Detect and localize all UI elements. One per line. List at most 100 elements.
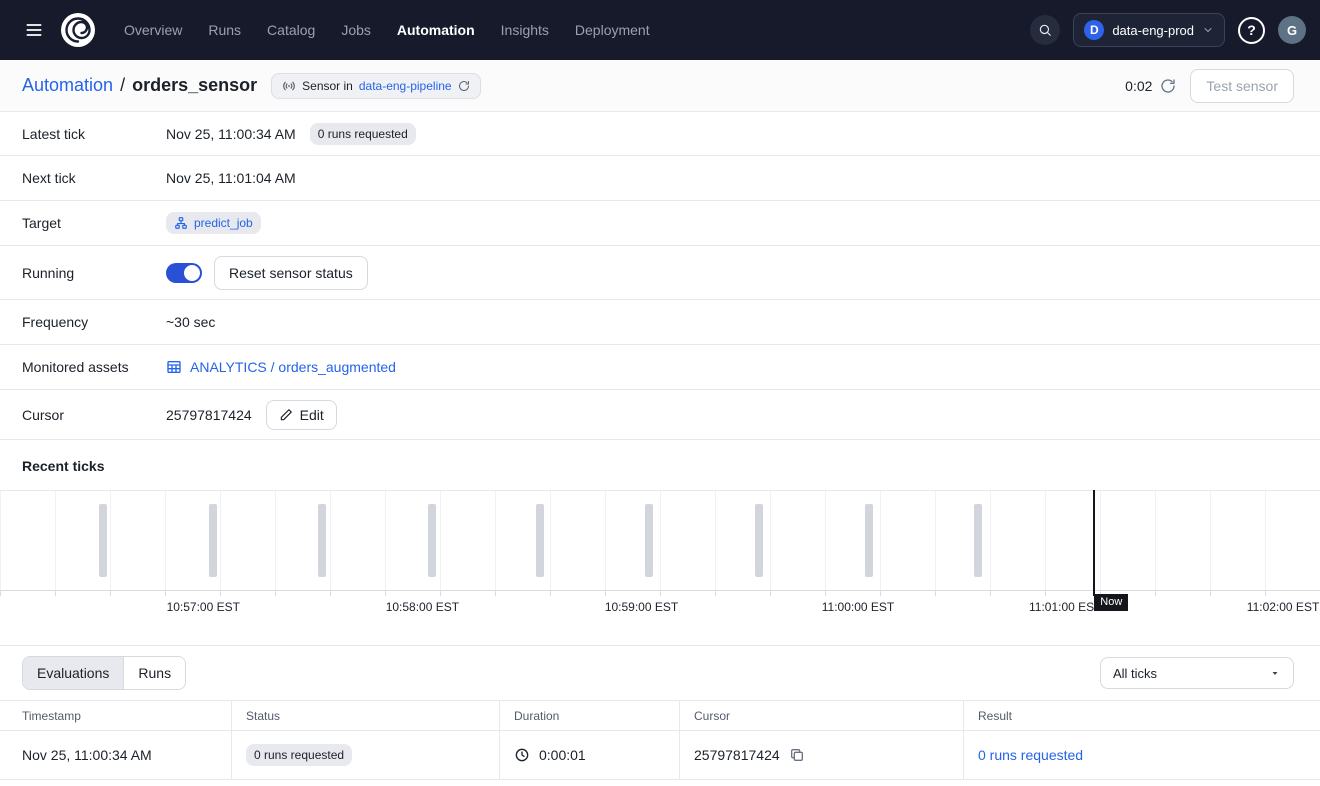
user-avatar[interactable]: G — [1278, 16, 1306, 44]
column-header-duration: Duration — [500, 701, 680, 731]
evaluations-toolbar: Evaluations Runs All ticks — [0, 646, 1320, 700]
cursor-row: Cursor 25797817424 Edit — [0, 390, 1320, 440]
evaluations-table: Timestamp Status Duration Cursor Result … — [0, 700, 1320, 780]
page-title: orders_sensor — [132, 75, 257, 96]
timeline-axis-label: 10:59:00 EST — [605, 600, 678, 614]
column-header-cursor: Cursor — [680, 701, 964, 731]
monitored-asset-link[interactable]: ANALYTICS / orders_augmented — [166, 359, 396, 375]
timeline-axis-label: 11:02:00 EST — [1247, 600, 1320, 614]
evaluation-timestamp: Nov 25, 11:00:34 AM — [0, 731, 232, 780]
evaluation-duration: 0:00:01 — [500, 731, 680, 780]
cursor-label: Cursor — [22, 407, 166, 423]
search-button[interactable] — [1030, 15, 1060, 45]
timeline-axis-label: 10:58:00 EST — [386, 600, 459, 614]
reload-location-icon[interactable] — [458, 80, 470, 92]
sensor-tick-bar[interactable] — [536, 504, 544, 577]
timeline-axis-label: 11:01:00 EST — [1029, 600, 1102, 614]
next-tick-row: Next tick Nov 25, 11:01:04 AM — [0, 156, 1320, 201]
deployment-initial-badge: D — [1084, 20, 1104, 40]
evaluations-table-body: Nov 25, 11:00:34 AM 0 runs requested 0:00:… — [0, 731, 1320, 780]
evaluation-result-link[interactable]: 0 runs requested — [964, 731, 1320, 780]
running-label: Running — [22, 265, 166, 281]
nav-item-catalog[interactable]: Catalog — [267, 22, 315, 38]
clock-icon — [514, 747, 530, 763]
now-marker-tag: Now — [1094, 594, 1128, 611]
pencil-icon — [279, 408, 293, 422]
tick-strip — [0, 490, 1320, 590]
sensor-tick-bar[interactable] — [99, 504, 107, 577]
deployment-switcher[interactable]: D data-eng-prod — [1073, 13, 1225, 47]
nav-item-jobs[interactable]: Jobs — [341, 22, 371, 38]
column-header-status: Status — [232, 701, 500, 731]
evaluations-runs-tabs: Evaluations Runs — [22, 656, 186, 690]
breadcrumb-automation-link[interactable]: Automation — [22, 75, 113, 96]
sensor-tick-bar[interactable] — [755, 504, 763, 577]
main-nav: Overview Runs Catalog Jobs Automation In… — [124, 22, 650, 38]
nav-item-runs[interactable]: Runs — [208, 22, 241, 38]
toggle-knob — [184, 265, 200, 281]
edit-cursor-button[interactable]: Edit — [266, 400, 337, 430]
reset-sensor-status-button[interactable]: Reset sensor status — [214, 256, 368, 290]
evaluations-section: Evaluations Runs All ticks Timestamp Sta… — [0, 645, 1320, 780]
latest-tick-row: Latest tick Nov 25, 11:00:34 AM 0 runs r… — [0, 112, 1320, 156]
nav-item-deployment[interactable]: Deployment — [575, 22, 650, 38]
next-tick-label: Next tick — [22, 170, 166, 186]
page-header: Automation / orders_sensor Sensor in dat… — [0, 60, 1320, 112]
countdown-value: 0:02 — [1125, 78, 1152, 94]
countdown-refresh-icon[interactable] — [1160, 78, 1176, 94]
column-header-timestamp: Timestamp — [0, 701, 232, 731]
evaluation-row: Nov 25, 11:00:34 AM 0 runs requested 0:00:… — [0, 731, 1320, 780]
dagster-logo[interactable] — [60, 12, 96, 48]
sensor-tick-bar[interactable] — [974, 504, 982, 577]
latest-tick-label: Latest tick — [22, 126, 166, 142]
evaluation-cursor: 25797817424 — [680, 731, 964, 780]
hamburger-menu-button[interactable] — [18, 14, 50, 46]
help-button[interactable]: ? — [1238, 17, 1265, 44]
frequency-label: Frequency — [22, 314, 166, 330]
target-job-badge[interactable]: predict_job — [166, 212, 261, 234]
monitored-assets-row: Monitored assets ANALYTICS / orders_augm… — [0, 345, 1320, 390]
hamburger-menu-icon — [24, 20, 44, 40]
job-icon — [174, 216, 188, 230]
sensor-tick-bar[interactable] — [209, 504, 217, 577]
monitored-asset-name: ANALYTICS / orders_augmented — [190, 359, 396, 375]
nav-item-automation[interactable]: Automation — [397, 22, 475, 38]
frequency-value: ~30 sec — [166, 314, 215, 330]
copy-icon[interactable] — [789, 747, 805, 763]
sensor-tick-bar[interactable] — [645, 504, 653, 577]
evaluation-status: 0 runs requested — [232, 731, 500, 780]
nav-right-cluster: D data-eng-prod ? G — [1030, 13, 1306, 47]
code-location-link[interactable]: data-eng-pipeline — [359, 79, 452, 93]
target-job-name: predict_job — [194, 216, 253, 230]
nav-item-insights[interactable]: Insights — [501, 22, 549, 38]
breadcrumb-separator: / — [120, 75, 125, 96]
frequency-row: Frequency ~30 sec — [0, 300, 1320, 345]
latest-tick-value: Nov 25, 11:00:34 AM — [166, 126, 296, 142]
sensor-tick-bar[interactable] — [865, 504, 873, 577]
sensor-tick-bar[interactable] — [428, 504, 436, 577]
tick-filter-select[interactable]: All ticks — [1100, 657, 1294, 689]
cursor-value: 25797817424 — [166, 407, 252, 423]
tab-evaluations[interactable]: Evaluations — [23, 657, 123, 689]
edit-cursor-label: Edit — [300, 407, 324, 423]
nav-item-overview[interactable]: Overview — [124, 22, 182, 38]
sensor-in-label: Sensor in — [302, 79, 353, 93]
top-nav: Overview Runs Catalog Jobs Automation In… — [0, 0, 1320, 60]
tab-runs[interactable]: Runs — [123, 657, 185, 689]
recent-ticks-header: Recent ticks — [0, 440, 1320, 490]
status-badge: 0 runs requested — [246, 744, 352, 766]
sensor-tick-bar[interactable] — [318, 504, 326, 577]
search-icon — [1038, 23, 1052, 37]
tick-filter-value: All ticks — [1113, 666, 1157, 681]
next-tick-countdown: 0:02 — [1125, 78, 1176, 94]
latest-tick-status-badge: 0 runs requested — [310, 123, 416, 145]
running-row: Running Reset sensor status — [0, 246, 1320, 300]
now-marker-line — [1093, 490, 1095, 596]
next-tick-value: Nov 25, 11:01:04 AM — [166, 170, 296, 186]
running-toggle[interactable] — [166, 263, 202, 283]
column-header-result: Result — [964, 701, 1320, 731]
asset-table-icon — [166, 359, 182, 375]
recent-ticks-title: Recent ticks — [22, 458, 1298, 474]
test-sensor-button[interactable]: Test sensor — [1190, 69, 1294, 103]
select-caret-icon — [1269, 667, 1281, 679]
